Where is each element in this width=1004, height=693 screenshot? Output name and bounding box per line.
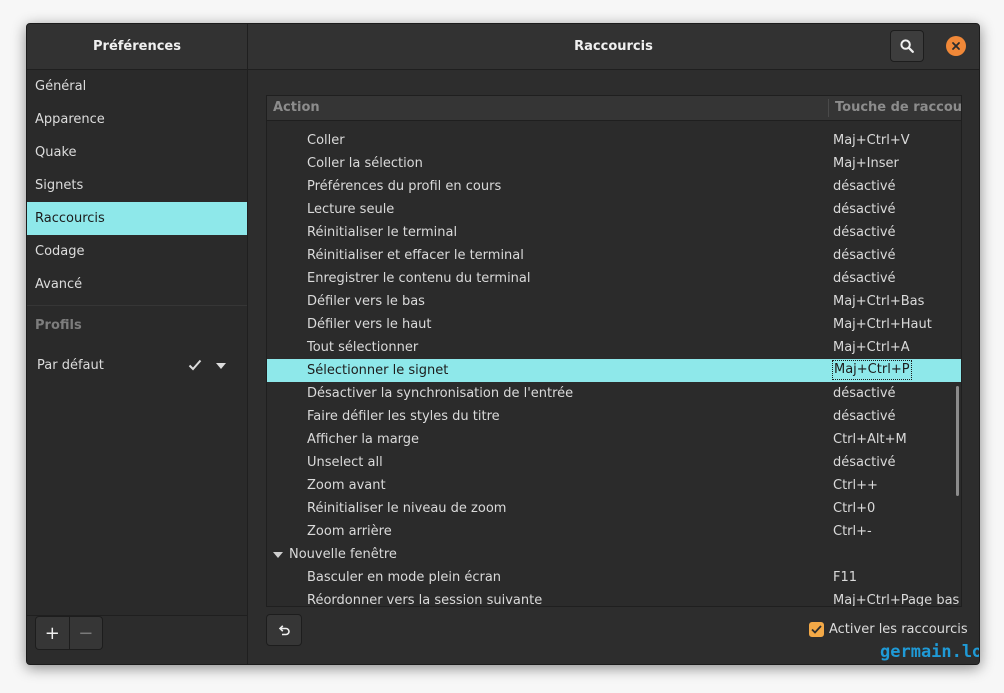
expander-down-icon[interactable] [273,552,283,558]
column-separator [828,99,829,117]
profiles-heading: Profils [27,305,247,346]
close-icon [952,42,960,50]
table-row[interactable]: Tout sélectionner Maj+Ctrl+A [267,336,961,359]
table-row[interactable]: Zoom arrière Ctrl+- [267,520,961,543]
enable-shortcuts-checkbox[interactable] [809,622,824,637]
chevron-down-icon[interactable] [216,363,226,369]
sidebar-item-bookmarks[interactable]: Signets [27,169,247,202]
page-title: Raccourcis [574,39,653,54]
sidebar-item-shortcuts[interactable]: Raccourcis [27,202,247,235]
table-row-selected[interactable]: Sélectionner le signet Maj+Ctrl+P [267,359,961,382]
preferences-window: Préférences Raccourcis Général Apparence… [26,23,980,665]
sidebar-footer: + − [27,615,247,664]
column-header-shortcut[interactable]: Touche de raccourci [835,100,961,115]
table-row[interactable]: Afficher la marge Ctrl+Alt+M [267,428,961,451]
undo-icon [278,625,290,636]
sidebar-title: Préférences [93,39,181,54]
add-profile-button[interactable]: + [36,617,69,649]
sidebar-header: Préférences [27,24,248,70]
close-button[interactable] [946,36,966,56]
table-row[interactable]: Faire défiler les styles du titre désacti… [267,405,961,428]
table-row[interactable]: Unselect all désactivé [267,451,961,474]
profile-default-label: Par défaut [37,358,104,373]
checkmark-icon [188,359,202,371]
table-row[interactable]: Coller Maj+Ctrl+V [267,129,961,152]
table-group-row[interactable]: Nouvelle fenêtre [267,543,961,566]
watermark: germain.lol [880,642,979,662]
table-row[interactable]: Défiler vers le haut Maj+Ctrl+Haut [267,313,961,336]
shortcuts-table: Action Touche de raccourci CollerMaj+Ctr… [266,95,962,607]
table-row[interactable]: Enregistrer le contenu du terminal désact… [267,267,961,290]
table-header: Action Touche de raccourci [267,96,961,121]
table-row[interactable]: Réordonner vers la session suivante Maj+C… [267,589,961,606]
scrollbar[interactable] [956,386,959,496]
table-row[interactable]: Réinitialiser et effacer le terminal désa… [267,244,961,267]
sidebar-item-quake[interactable]: Quake [27,136,247,169]
table-rows: Coller Maj+Ctrl+V Coller la sélection Maj+… [267,121,961,606]
sidebar-item-general[interactable]: Général [27,70,247,103]
table-row[interactable]: Défiler vers le bas Maj+Ctrl+Bas [267,290,961,313]
search-icon [900,39,914,53]
partial-row [267,121,961,129]
shortcuts-panel: Action Touche de raccourci CollerMaj+Ctr… [248,70,979,664]
table-row[interactable]: Réinitialiser le niveau de zoom Ctrl+0 [267,497,961,520]
checkmark-icon [811,625,822,634]
table-row[interactable]: Lecture seule désactivé [267,198,961,221]
enable-shortcuts-label: Activer les raccourcis [829,622,968,637]
table-row[interactable]: Désactiver la synchronisation de l'entré… [267,382,961,405]
reset-shortcuts-button[interactable] [266,614,302,646]
sidebar-item-advanced[interactable]: Avancé [27,268,247,301]
table-row[interactable]: Préférences du profil en cours désactivé [267,175,961,198]
remove-profile-button[interactable]: − [68,617,103,649]
table-row[interactable]: Basculer en mode plein écran F11 [267,566,961,589]
search-button[interactable] [890,30,924,62]
sidebar-item-encoding[interactable]: Codage [27,235,247,268]
profile-button-group: + − [35,616,103,650]
table-row[interactable]: Coller la sélection Maj+Inser [267,152,961,175]
header-bar: Raccourcis [248,24,979,70]
column-header-action[interactable]: Action [273,100,320,115]
table-row[interactable]: Zoom avant Ctrl++ [267,474,961,497]
sidebar-item-appearance[interactable]: Apparence [27,103,247,136]
table-row[interactable]: Réinitialiser le terminal désactivé [267,221,961,244]
sidebar: Général Apparence Quake Signets Raccourc… [27,70,248,664]
profile-default-row[interactable]: Par défaut [27,350,247,382]
